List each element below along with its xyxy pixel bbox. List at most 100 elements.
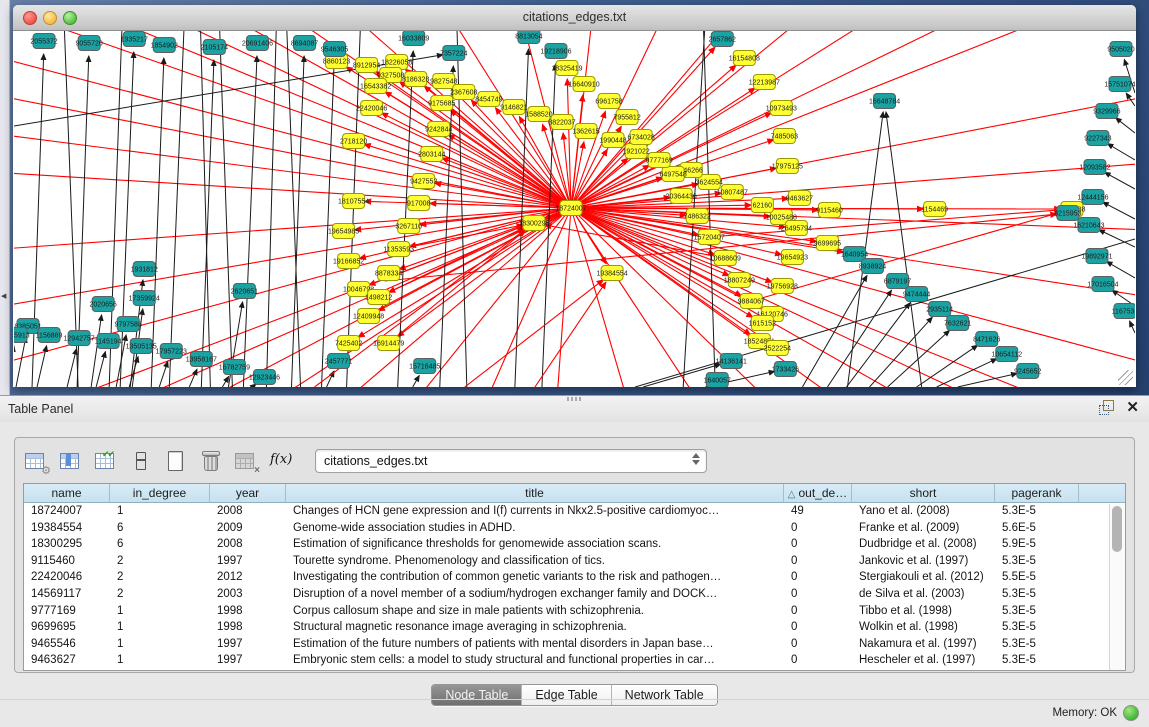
citation-edge[interactable] — [169, 31, 184, 387]
network-window-titlebar[interactable]: citations_edges.txt — [13, 5, 1136, 31]
delete-table-icon[interactable]: × — [233, 448, 259, 474]
table-row[interactable]: 1872400712008Changes of HCN gene express… — [24, 503, 1125, 520]
collapsed-panel-strip[interactable]: ◀ — [0, 0, 10, 395]
citation-edge[interactable] — [184, 31, 571, 208]
citation-edge[interactable] — [571, 31, 1116, 208]
splitter-handle[interactable] — [567, 397, 581, 401]
table-row[interactable]: 977716911998Corpus callosum shape and si… — [24, 603, 1125, 620]
citation-edge[interactable] — [709, 210, 1061, 237]
citation-edge[interactable] — [222, 376, 228, 387]
graph-node-label: 1854902 — [151, 43, 178, 50]
table-row[interactable]: 946554611997Estimation of the future num… — [24, 636, 1125, 653]
show-columns-icon[interactable] — [58, 448, 84, 474]
citation-edge[interactable] — [413, 376, 420, 387]
table-row[interactable]: 1456911722003Disruption of a novel membe… — [24, 586, 1125, 603]
citation-edge[interactable] — [120, 52, 134, 387]
citation-edge[interactable] — [291, 56, 304, 387]
citation-edge[interactable] — [200, 31, 210, 387]
citation-edge[interactable] — [1106, 262, 1135, 278]
float-panel-icon[interactable] — [1099, 400, 1114, 415]
sort-ascending-icon: △ — [788, 489, 796, 500]
cell-pagerank: 5.6E-5 — [995, 520, 1079, 537]
citation-edge[interactable] — [189, 369, 197, 387]
citation-edge[interactable] — [465, 280, 604, 387]
column-header-name[interactable]: name — [24, 484, 110, 503]
citation-edge[interactable] — [1105, 172, 1135, 189]
table-scrollbar[interactable] — [1109, 504, 1125, 670]
table-row[interactable]: 911546021997Tourette syndrome. Phenomeno… — [24, 553, 1125, 570]
table-row[interactable]: 946362711997Embryonic stem cells: a mode… — [24, 652, 1125, 669]
cell-in_degree: 1 — [110, 603, 210, 620]
table-selector-dropdown[interactable]: citations_edges.txt — [315, 449, 707, 473]
collapse-arrow-icon[interactable]: ◀ — [1, 292, 6, 300]
citation-edge[interactable] — [571, 31, 755, 208]
table-mode-icon[interactable]: ⚙ — [23, 448, 49, 474]
column-header-in_degree[interactable]: in_degree — [110, 484, 210, 503]
citation-edge[interactable] — [1103, 202, 1135, 219]
column-header-pagerank[interactable]: pagerank — [995, 484, 1079, 503]
cell-in_degree: 6 — [110, 520, 210, 537]
graph-node-label: 8215953 — [1054, 211, 1081, 218]
graph-node-label: 1935217 — [121, 37, 148, 44]
graph-node-label: 18724007 — [555, 206, 586, 213]
citation-edge[interactable] — [159, 361, 168, 387]
create-column-icon[interactable]: ✔✔ — [93, 448, 119, 474]
graph-node-label: 12213987 — [749, 80, 780, 87]
citation-edge[interactable] — [886, 112, 922, 387]
citation-edge[interactable] — [96, 352, 105, 387]
network-canvas[interactable]: 1872400718300295886012389129541822605893… — [14, 31, 1135, 387]
split-panel-icon[interactable] — [128, 448, 154, 474]
citation-network-graph[interactable]: 1872400718300295886012389129541822605893… — [14, 31, 1135, 387]
scrollbar-thumb[interactable] — [1112, 506, 1122, 552]
cell-in_degree: 1 — [110, 652, 210, 669]
citation-edge[interactable] — [322, 62, 335, 387]
citation-edge[interactable] — [67, 349, 76, 387]
resize-grip[interactable] — [1118, 370, 1133, 385]
graph-node-label: 1145194 — [95, 339, 122, 346]
table-row[interactable]: 2242004622012Investigating the contribut… — [24, 569, 1125, 586]
column-header-out_de[interactable]: △out_de… — [784, 484, 852, 503]
graph-node-label: 16782759 — [219, 365, 250, 372]
table-row[interactable]: 1938455462009Genome-wide association stu… — [24, 520, 1125, 537]
graph-node-label: 17359924 — [129, 296, 160, 303]
function-builder-icon[interactable] — [268, 448, 298, 474]
graph-node-label: 9427552 — [410, 179, 437, 186]
table-row[interactable]: 1830029562008Estimation of significance … — [24, 536, 1125, 553]
new-table-icon[interactable] — [163, 448, 189, 474]
cell-year: 2003 — [210, 586, 286, 603]
graph-node-label: 1588520 — [525, 112, 552, 119]
citation-edge[interactable] — [1130, 321, 1135, 333]
citation-edge[interactable] — [91, 315, 101, 387]
citation-edge[interactable] — [870, 317, 933, 387]
citation-edge[interactable] — [219, 31, 232, 387]
column-header-year[interactable]: year — [210, 484, 286, 503]
citation-edge[interactable] — [1107, 144, 1135, 160]
citation-edge[interactable] — [243, 56, 257, 387]
citation-edge[interactable] — [14, 208, 571, 311]
citation-edge[interactable] — [475, 208, 571, 387]
citation-edge[interactable] — [379, 228, 524, 297]
citation-edge[interactable] — [802, 276, 867, 387]
column-header-title[interactable]: title — [286, 484, 784, 503]
citation-edge[interactable] — [1116, 118, 1135, 133]
cell-in_degree: 2 — [110, 569, 210, 586]
citation-edge[interactable] — [151, 58, 164, 387]
citation-edge[interactable] — [555, 208, 571, 387]
close-panel-icon[interactable]: ✕ — [1126, 400, 1139, 415]
table-row[interactable]: 969969511998Structural magnetic resonanc… — [24, 619, 1125, 636]
graph-node-label: 3624554 — [696, 180, 723, 187]
graph-node-label: 2935114 — [926, 307, 953, 314]
cell-short: Dudbridge et al. (2008) — [852, 536, 995, 553]
graph-node-label: 12923446 — [249, 375, 280, 382]
graph-node-label: 2457771 — [325, 359, 352, 366]
cell-name: 9463627 — [24, 652, 110, 669]
citation-edge[interactable] — [937, 359, 997, 387]
column-header-short[interactable]: short — [852, 484, 995, 503]
graph-node-label: 19166852 — [333, 259, 364, 266]
delete-column-icon[interactable] — [198, 448, 224, 474]
citation-edge[interactable] — [16, 337, 26, 387]
citation-edge[interactable] — [44, 31, 571, 208]
citation-edge[interactable] — [440, 66, 454, 387]
graph-node-label: 1990448 — [599, 138, 626, 145]
table-panel-header: Table Panel ✕ — [0, 395, 1149, 422]
